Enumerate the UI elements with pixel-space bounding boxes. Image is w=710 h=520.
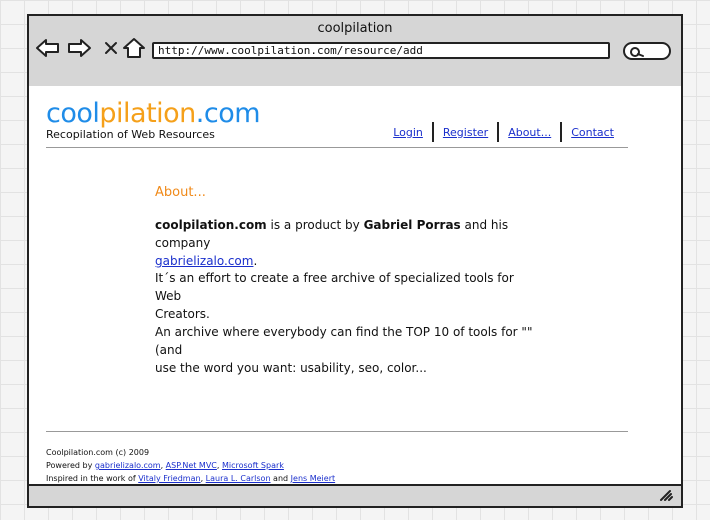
footer-link-jens-meiert[interactable]: Jens Meiert: [291, 474, 335, 483]
logo-part-com: .com: [195, 98, 261, 129]
about-heading: About...: [155, 185, 206, 200]
text: Powered by: [46, 461, 95, 470]
site-tagline: Recopilation of Web Resources: [46, 128, 215, 141]
search-box[interactable]: [623, 42, 671, 60]
text: Inspired in the work of: [46, 474, 139, 483]
top-navigation: Login Register About... Contact: [384, 122, 623, 142]
footer-link-laura-carlson[interactable]: Laura L. Carlson: [206, 474, 271, 483]
browser-toolbar: coolpilation http://www.coolpilation.com…: [29, 16, 681, 88]
footer-copyright: Coolpilation.com (c) 2009: [46, 448, 150, 457]
text-line: An archive where everybody can find the …: [155, 325, 533, 357]
about-paragraph-2: It´s an effort to create a free archive …: [155, 269, 535, 377]
footer-divider: [46, 431, 628, 432]
resize-grip-icon[interactable]: [659, 489, 673, 501]
text-line: Creators.: [155, 307, 210, 321]
brand-name: coolpilation.com: [155, 218, 267, 232]
home-icon[interactable]: [121, 36, 147, 60]
text-line: It´s an effort to create a free archive …: [155, 271, 514, 303]
about-paragraph-1: coolpilation.com is a product by Gabriel…: [155, 216, 535, 270]
window-title: coolpilation: [317, 21, 393, 36]
nav-link-about[interactable]: About...: [499, 126, 560, 139]
footer-link-microsoft-spark[interactable]: Microsoft Spark: [222, 461, 284, 470]
nav-link-register[interactable]: Register: [434, 126, 497, 139]
author-name: Gabriel Porras: [363, 218, 461, 232]
logo-part-pilation: pilation: [99, 98, 196, 129]
forward-arrow-icon[interactable]: [66, 36, 92, 60]
header-divider: [46, 147, 628, 148]
nav-link-contact[interactable]: Contact: [562, 126, 623, 139]
nav-link-login[interactable]: Login: [384, 126, 432, 139]
address-bar[interactable]: http://www.coolpilation.com/resource/add: [152, 42, 610, 59]
logo-part-cool: cool: [46, 98, 100, 129]
footer-link-aspnet-mvc[interactable]: ASP.Net MVC: [166, 461, 217, 470]
page-footer: Coolpilation.com (c) 2009 Powered by gab…: [46, 446, 335, 485]
browser-window: coolpilation http://www.coolpilation.com…: [27, 14, 683, 508]
page-content: coolpilation.com Recopilation of Web Res…: [29, 86, 681, 488]
site-logo[interactable]: coolpilation.com: [46, 98, 261, 129]
search-icon: [630, 47, 644, 57]
footer-link-gabrielizalo[interactable]: gabrielizalo.com: [95, 461, 161, 470]
footer-link-vitaly-friedman[interactable]: Vitaly Friedman: [138, 474, 200, 483]
text: and: [270, 474, 291, 483]
text: .: [253, 254, 258, 268]
company-link[interactable]: gabrielizalo.com: [155, 254, 253, 268]
status-bar: [29, 484, 681, 506]
text: is a product by: [266, 218, 364, 232]
back-arrow-icon[interactable]: [35, 36, 61, 60]
text-line: use the word you want: usability, seo, c…: [155, 361, 427, 375]
footer-powered-by: Powered by gabrielizalo.com, ASP.Net MVC…: [46, 459, 335, 472]
